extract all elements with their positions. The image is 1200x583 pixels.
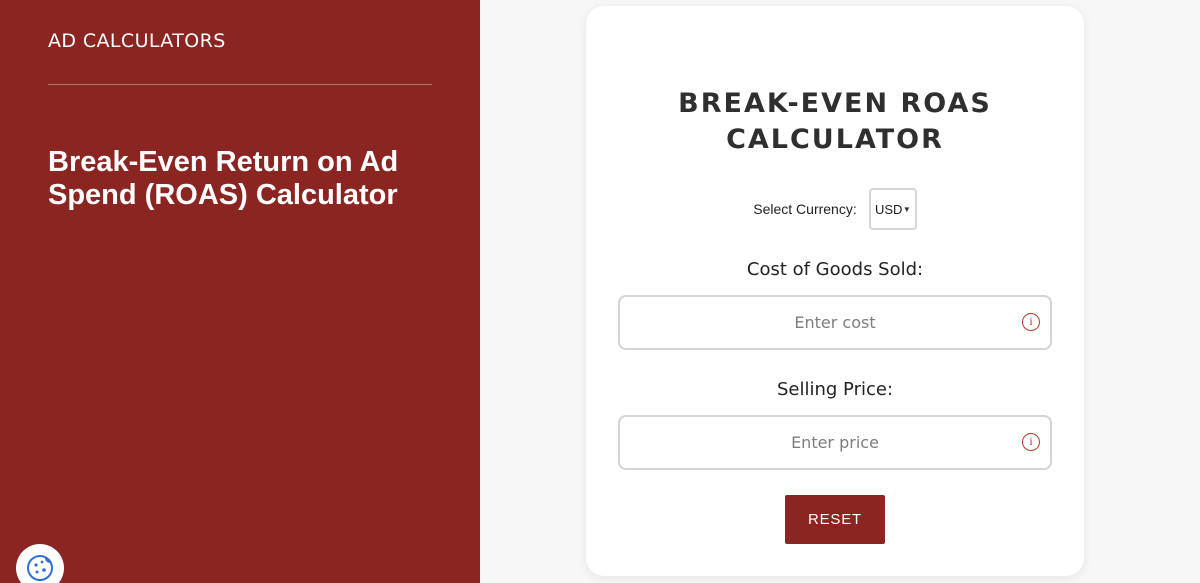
cost-info-icon[interactable]: i bbox=[1022, 313, 1040, 331]
price-input-wrapper: i bbox=[618, 415, 1052, 470]
cookie-settings-button[interactable] bbox=[16, 544, 64, 583]
page-hero-title: Break-Even Return on Ad Spend (ROAS) Cal… bbox=[48, 146, 399, 211]
sidebar-divider bbox=[48, 84, 432, 85]
reset-button[interactable]: RESET bbox=[785, 495, 885, 544]
left-sidebar: AD CALCULATORS Break-Even Return on Ad S… bbox=[0, 0, 480, 583]
price-info-icon[interactable]: i bbox=[1022, 433, 1040, 451]
calculator-card: BREAK-EVEN ROAS CALCULATOR Select Curren… bbox=[586, 6, 1084, 576]
currency-row: Select Currency: USD ▼ bbox=[586, 188, 1084, 230]
main-content: BREAK-EVEN ROAS CALCULATOR Select Curren… bbox=[480, 0, 1200, 583]
calculator-title: BREAK-EVEN ROAS CALCULATOR bbox=[678, 88, 992, 155]
caret-down-icon: ▼ bbox=[902, 205, 911, 214]
currency-select[interactable]: USD ▼ bbox=[868, 188, 917, 230]
page: AD CALCULATORS Break-Even Return on Ad S… bbox=[0, 0, 1200, 583]
cost-input[interactable] bbox=[620, 297, 1050, 348]
currency-selected-value: USD bbox=[875, 201, 903, 217]
cost-label: Cost of Goods Sold: bbox=[746, 259, 924, 280]
site-brand-link[interactable]: AD CALCULATORS bbox=[48, 30, 226, 52]
currency-label: Select Currency: bbox=[753, 201, 857, 217]
price-input[interactable] bbox=[620, 417, 1050, 468]
cost-input-wrapper: i bbox=[618, 295, 1052, 350]
price-label: Selling Price: bbox=[776, 379, 894, 400]
cookie-icon bbox=[27, 555, 53, 581]
